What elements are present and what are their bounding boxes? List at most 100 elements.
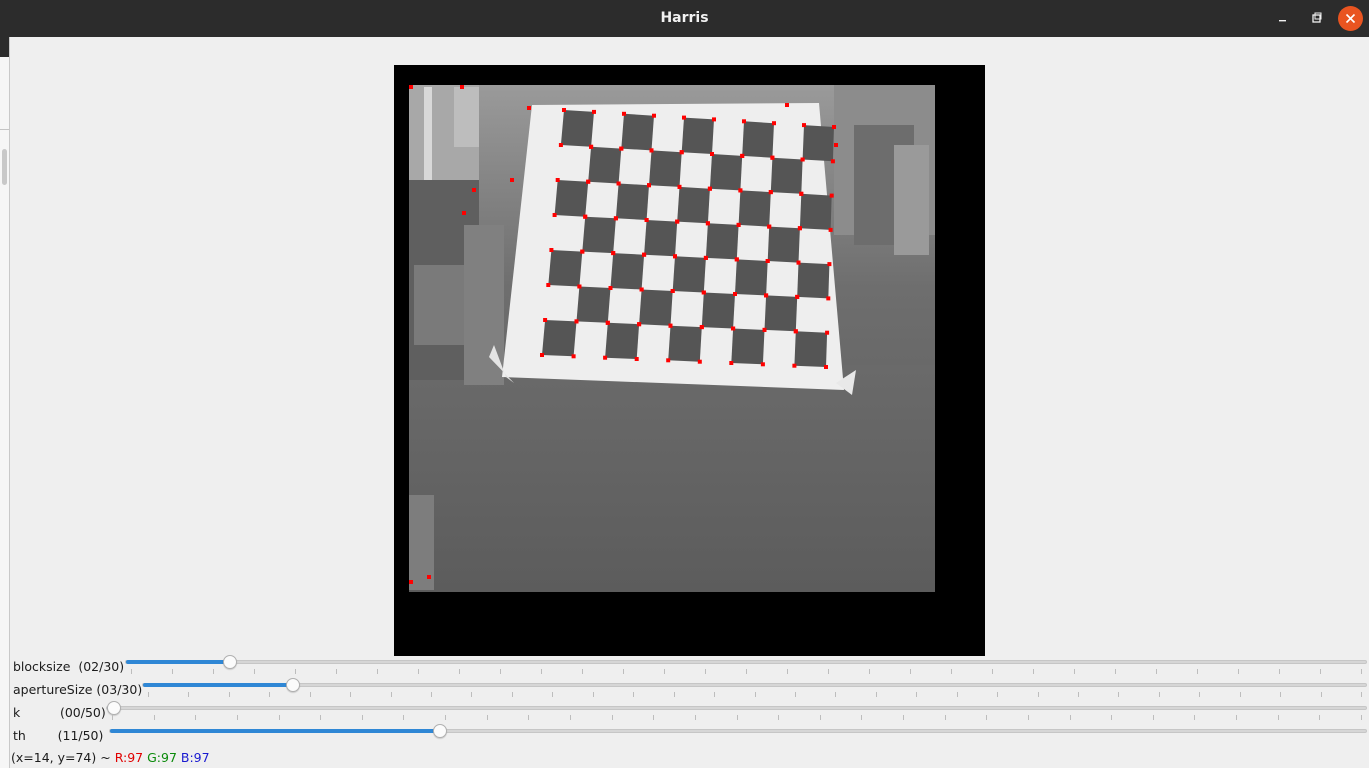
tick-mark: [279, 715, 280, 720]
tick-mark: [269, 692, 270, 697]
tick-mark: [714, 692, 715, 697]
tick-mark: [500, 669, 501, 674]
tick-mark: [653, 715, 654, 720]
tick-mark: [1236, 715, 1237, 720]
corner-marker: [799, 191, 804, 196]
corner-marker: [740, 153, 745, 158]
corner-marker: [792, 363, 797, 368]
tick-mark: [910, 669, 911, 674]
checker-square: [764, 295, 798, 332]
corner-marker: [409, 85, 413, 89]
corner-marker: [707, 186, 712, 191]
corner-marker: [460, 85, 464, 89]
tick-mark: [861, 715, 862, 720]
corner-marker: [666, 358, 671, 363]
trackbar-aperturesize[interactable]: apertureSize (03/30): [13, 678, 1369, 699]
corner-marker: [622, 111, 626, 116]
corner-marker: [772, 121, 776, 126]
minimize-icon: [1279, 20, 1286, 22]
tick-mark: [195, 715, 196, 720]
trackbar-blocksize-track[interactable]: [125, 655, 1367, 669]
corner-marker: [705, 221, 710, 226]
corner-marker: [592, 109, 596, 114]
trackbar-th-track[interactable]: [109, 724, 1367, 738]
corner-marker: [577, 284, 582, 289]
tick-mark: [582, 669, 583, 674]
corner-marker: [800, 157, 805, 162]
tick-mark: [445, 715, 446, 720]
tick-mark: [1238, 669, 1239, 674]
tick-mark: [154, 715, 155, 720]
corner-marker: [668, 323, 673, 328]
tick-mark: [1153, 715, 1154, 720]
checker-square: [731, 328, 765, 365]
corner-marker: [462, 211, 466, 215]
trackbar-k-handle[interactable]: [107, 701, 121, 715]
checkerboard: [489, 103, 856, 395]
trackbar-k-track[interactable]: [106, 701, 1367, 715]
checker-square: [582, 216, 616, 254]
trackbar-k-ticks: [112, 715, 1362, 720]
corner-marker: [652, 113, 656, 118]
tick-mark: [986, 715, 987, 720]
tick-mark: [1361, 669, 1362, 674]
trackbar-blocksize-handle[interactable]: [223, 655, 237, 669]
tick-mark: [1078, 692, 1079, 697]
checker-square: [605, 322, 640, 359]
checker-square: [797, 262, 830, 299]
trackbar-aperturesize-handle[interactable]: [286, 678, 300, 692]
corner-marker: [639, 287, 644, 292]
corner-marker: [701, 290, 706, 295]
minimize-button[interactable]: [1270, 6, 1296, 32]
checker-square: [668, 325, 702, 362]
corner-marker: [574, 319, 579, 324]
close-button[interactable]: [1338, 6, 1363, 31]
corner-marker: [828, 227, 833, 232]
corner-marker: [571, 354, 576, 359]
tick-mark: [869, 669, 870, 674]
corner-marker: [729, 361, 734, 365]
tick-mark: [310, 692, 311, 697]
tick-mark: [131, 669, 132, 674]
status-green: G:97: [147, 750, 177, 765]
tick-mark: [957, 692, 958, 697]
tick-mark: [992, 669, 993, 674]
corner-marker: [765, 259, 770, 263]
checker-square: [672, 256, 706, 293]
maximize-button[interactable]: [1303, 6, 1329, 32]
trackbar-aperturesize-track[interactable]: [142, 678, 1367, 692]
tick-mark: [1197, 669, 1198, 674]
tick-mark: [612, 715, 613, 720]
corner-marker: [558, 143, 563, 147]
corner-marker: [677, 184, 682, 189]
corner-marker: [427, 575, 431, 579]
tick-mark: [787, 669, 788, 674]
image-display[interactable]: [394, 65, 985, 656]
tick-mark: [623, 669, 624, 674]
tick-mark: [471, 692, 472, 697]
checker-square: [794, 331, 828, 367]
left-panel-scrollbar[interactable]: [2, 149, 7, 185]
checker-square: [705, 223, 739, 260]
trackbar-th-label: th (11/50): [13, 728, 104, 743]
corner-marker: [764, 293, 769, 298]
trackbar-th-handle[interactable]: [433, 724, 447, 738]
checker-square: [802, 125, 834, 162]
corner-marker: [634, 357, 639, 361]
corner-marker: [540, 353, 544, 357]
corner-marker: [647, 183, 651, 188]
restore-icon: [1312, 12, 1322, 23]
tick-mark: [1115, 669, 1116, 674]
tick-mark: [295, 669, 296, 674]
window-title: Harris: [660, 10, 709, 26]
trackbar-th[interactable]: th (11/50): [13, 724, 1369, 745]
trackbar-k[interactable]: k (00/50): [13, 701, 1369, 722]
tick-mark: [377, 669, 378, 674]
trackbar-blocksize[interactable]: blocksize (02/30): [13, 655, 1369, 676]
corner-marker: [703, 255, 708, 260]
corner-marker: [642, 252, 647, 257]
corner-marker: [802, 123, 806, 128]
tick-mark: [820, 715, 821, 720]
tick-mark: [876, 692, 877, 697]
window-titlebar[interactable]: Harris: [0, 0, 1369, 37]
